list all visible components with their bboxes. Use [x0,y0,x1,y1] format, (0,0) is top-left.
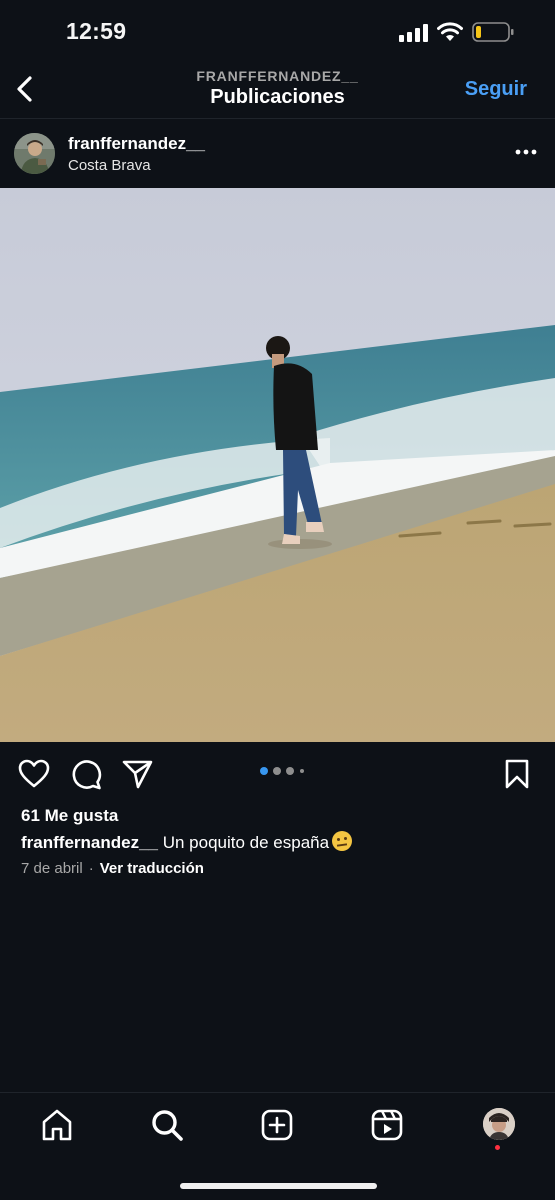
carousel-dot [300,769,304,773]
see-translation-link[interactable]: Ver traducción [100,860,204,877]
reels-icon[interactable] [370,1108,404,1142]
post-photo[interactable] [0,188,555,742]
follow-button[interactable]: Seguir [465,78,527,101]
plus-square-icon[interactable] [260,1108,294,1142]
avatar-photo [14,133,55,174]
more-options-icon[interactable] [515,146,537,158]
post-header: franffernandez__ Costa Brava [0,120,555,188]
home-icon[interactable] [40,1108,74,1142]
page-header: FRANFFERNANDEZ__ Publicaciones Seguir [0,62,555,118]
notification-dot [495,1145,500,1150]
profile-avatar-photo [483,1108,515,1140]
bookmark-icon[interactable] [501,758,533,790]
caption-username[interactable]: franffernandez__ [21,833,158,852]
cellular-signal-icon [399,24,428,42]
header-divider [0,118,555,119]
home-indicator[interactable] [180,1183,377,1189]
heart-icon[interactable] [18,758,50,790]
post-date: 7 de abril [21,860,83,877]
search-icon[interactable] [150,1108,184,1142]
carousel-indicator [260,767,330,777]
status-time: 12:59 [66,18,127,44]
profile-tab-avatar[interactable] [483,1108,515,1140]
meta-separator: · [88,860,94,877]
woozy-face-emoji-icon [332,831,353,851]
post-caption: franffernandez__ Un poquito de españa [21,831,353,853]
post-meta: 7 de abril · Ver traducción [21,860,204,877]
post-actions [0,742,555,802]
send-icon[interactable] [121,758,153,790]
post-location[interactable]: Costa Brava [68,157,151,174]
status-bar: 12:59 [0,0,555,62]
carousel-dot [273,767,281,775]
avatar[interactable] [14,133,55,174]
post-username[interactable]: franffernandez__ [68,134,205,154]
carousel-dot-active [260,767,268,775]
like-count[interactable]: 61 Me gusta [21,806,118,826]
caption-text: Un poquito de españa [162,833,330,852]
comment-icon[interactable] [70,758,102,790]
carousel-dot [286,767,294,775]
battery-icon [472,22,514,42]
wifi-icon [437,22,463,41]
